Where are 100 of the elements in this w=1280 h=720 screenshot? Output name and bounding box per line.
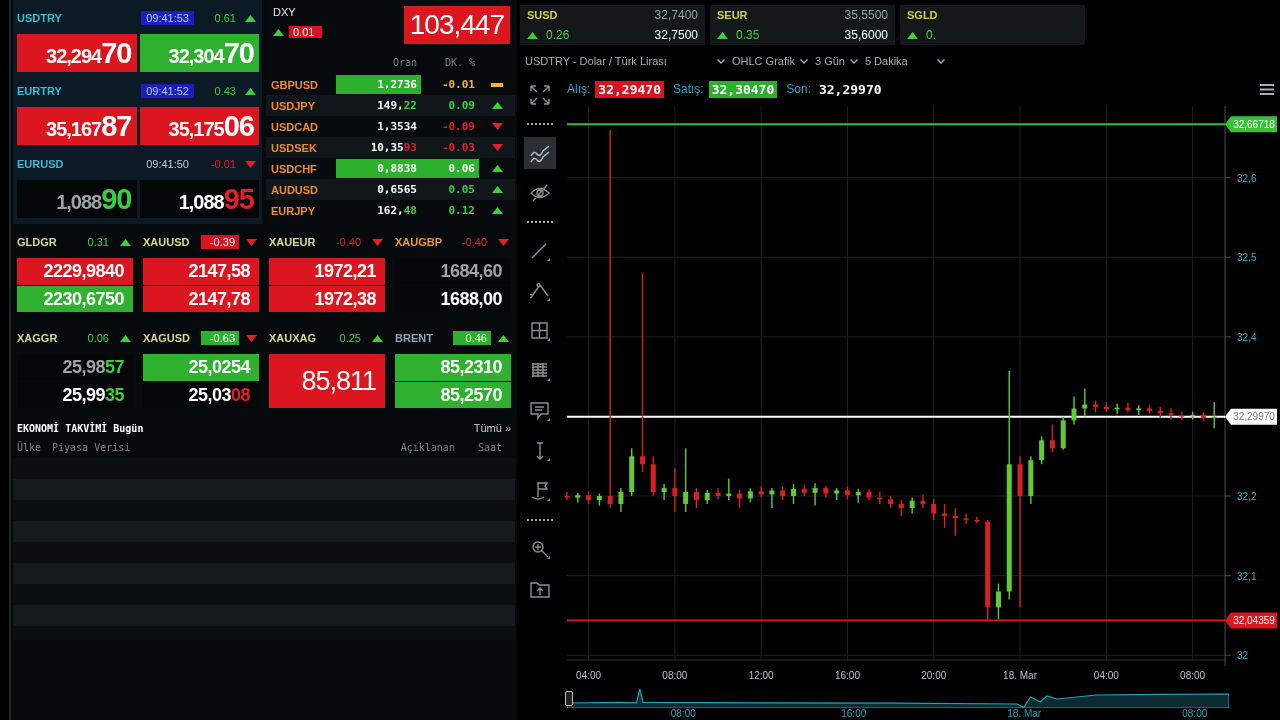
axis-label: 32,2	[1237, 491, 1257, 503]
ask-price: 2230,6750	[17, 285, 133, 312]
candle	[1211, 401, 1217, 430]
candle	[888, 495, 894, 509]
section-title: EKONOMİ TAKVİMİ	[17, 422, 108, 434]
change-value: -0.09	[440, 119, 476, 135]
axis-label: 32,6	[1237, 172, 1257, 184]
candle	[1039, 435, 1045, 465]
candle	[791, 483, 797, 505]
candle	[1114, 403, 1120, 415]
bid-price: 85,2310	[395, 354, 511, 381]
candle	[769, 487, 775, 509]
change-value: 0.26	[546, 28, 570, 42]
ask-price: 32,30470	[139, 34, 259, 72]
rate-value: 149,22	[376, 98, 418, 114]
bid-price: 1,08890	[17, 180, 137, 218]
column-header: DK. %	[443, 56, 476, 68]
candle	[1082, 387, 1088, 418]
price-tag: 32,66718	[1225, 116, 1277, 133]
ask-price: 1688,00	[395, 285, 511, 312]
symbol-label: EURJPY	[270, 204, 317, 217]
change-value: -0.39	[201, 235, 239, 249]
change-value: 0.61	[213, 12, 236, 24]
chevron-icon	[717, 58, 725, 64]
candle	[877, 491, 883, 505]
update-time: 09:41:53	[141, 11, 194, 25]
ref-line-label: 32,29970	[1233, 411, 1276, 423]
rate-value: 0,8838	[336, 159, 421, 178]
symbol-label: BRENT	[395, 332, 434, 344]
symbol-label: EURUSD	[17, 158, 65, 170]
eye-slash-icon	[530, 183, 550, 203]
rate-value: 1,2736	[336, 75, 421, 94]
menu-icon[interactable]	[1260, 83, 1274, 95]
bid-price: 2147,58	[143, 258, 259, 285]
axis-label: 04:00	[1093, 670, 1119, 681]
range-dropdown[interactable]: 3 Gün	[814, 55, 858, 67]
bid-price: 25,0254	[143, 354, 259, 381]
flag-icon	[530, 481, 550, 501]
candle	[704, 488, 710, 505]
rate-value: 0,6565	[376, 182, 418, 198]
change-value: 0.	[926, 28, 936, 42]
candle	[1071, 395, 1077, 426]
axis-label: 08:00	[1180, 670, 1206, 681]
candle	[575, 492, 581, 504]
candle	[855, 488, 861, 504]
candle	[1157, 406, 1163, 419]
bid-price: 32,29470	[595, 80, 664, 98]
change-value: 0.35	[736, 28, 760, 42]
candle	[1179, 410, 1185, 422]
more-link[interactable]: Tümü »	[473, 422, 511, 434]
bid-price: 1972,21	[269, 258, 385, 285]
candle	[1168, 407, 1174, 421]
scroll-handle[interactable]	[565, 691, 573, 706]
symbol-label: GBPUSD	[270, 78, 320, 91]
candle	[931, 498, 937, 521]
candle	[683, 447, 689, 513]
horizontal-lines-icon	[530, 361, 550, 381]
bid-price: 32,29470	[17, 34, 137, 72]
change-value: -0.63	[201, 331, 239, 345]
axis-label: 08:00	[1181, 708, 1209, 720]
symbol-label: USDCAD	[270, 120, 320, 133]
change-value: 0.09	[447, 98, 476, 114]
ask-price: 25,9935	[17, 381, 133, 408]
chart-type-dropdown[interactable]: OHLC Grafik	[732, 55, 808, 67]
zoom-icon	[530, 539, 550, 559]
rate-value: 1,3534	[376, 119, 418, 135]
axis-label: 08:00	[669, 708, 697, 720]
bid-price: 32,7400	[654, 8, 698, 22]
chevron-icon	[799, 58, 808, 64]
symbol-label: USDTRY	[17, 12, 63, 24]
ref-line-label: 32,04359	[1233, 615, 1276, 627]
candle	[1190, 410, 1196, 421]
symbol-label: USDSEK	[270, 141, 318, 154]
change-value: -0.03	[440, 140, 476, 156]
price-tag: 32,04359	[1225, 612, 1277, 629]
candle	[1125, 402, 1131, 414]
change-value: 0.01	[289, 26, 323, 38]
triangle-points-icon	[530, 281, 550, 301]
symbol-dropdown[interactable]: USDTRY - Dolar / Türk Lirası	[525, 55, 725, 67]
symbol-label: USDJPY	[270, 99, 317, 112]
candle	[952, 507, 958, 537]
line-icon	[530, 241, 550, 261]
change-value: 0.31	[86, 235, 110, 249]
change-value: 0.12	[447, 203, 476, 219]
column-header: Piyasa Verisi	[52, 441, 132, 453]
candle	[834, 487, 840, 501]
symbol-label: SEUR	[717, 9, 749, 21]
candle	[650, 455, 656, 497]
interval-dropdown[interactable]: 5 Dakika	[864, 55, 945, 67]
filter-link[interactable]: Bugün	[113, 422, 144, 434]
axis-label: 04:00	[576, 670, 602, 681]
candle	[618, 487, 624, 513]
tool-button[interactable]	[524, 137, 556, 169]
candle	[1028, 455, 1034, 505]
change-value: 0.06	[86, 331, 110, 345]
price-tag: 32,29970	[1225, 408, 1277, 425]
column-header: Oran	[391, 56, 418, 68]
candle	[974, 516, 980, 524]
ask-price: 2147,78	[143, 285, 259, 312]
candle	[715, 487, 721, 500]
